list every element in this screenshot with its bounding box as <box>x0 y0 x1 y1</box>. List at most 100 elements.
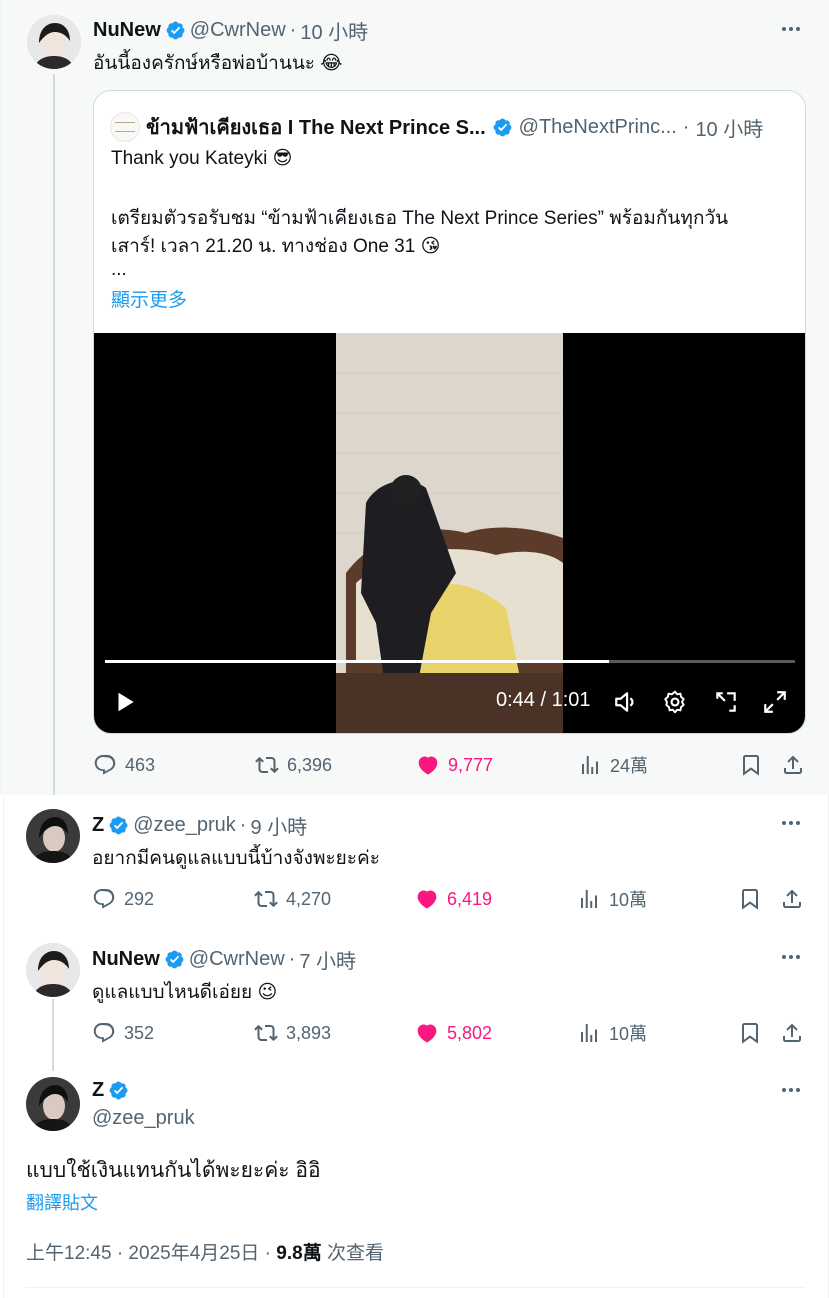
reply-button[interactable]: 352 <box>92 1018 154 1048</box>
tweet-actions: 292 4,270 6,419 10萬 <box>92 884 806 914</box>
repost-icon <box>254 1021 278 1045</box>
repost-count: 6,396 <box>287 754 333 775</box>
avatar-image <box>27 15 81 69</box>
views-chart-icon <box>577 887 601 911</box>
like-count: 5,802 <box>447 1022 493 1043</box>
thread-line <box>53 74 55 795</box>
tweet-nunew-reply[interactable]: NuNew @CwrNew · 7 小時 ดูแลแบบไหนดีเอ่ยย 😉… <box>0 929 829 1065</box>
separator-dot: · <box>289 19 297 41</box>
verified-badge-icon[interactable] <box>108 815 129 836</box>
heart-icon <box>415 1021 439 1045</box>
repost-button[interactable]: 4,270 <box>254 884 331 914</box>
show-more-link[interactable]: 顯示更多 <box>111 285 187 312</box>
views-button[interactable]: 24萬 <box>578 750 648 780</box>
user-handle[interactable]: @CwrNew <box>189 948 285 971</box>
handle-row: @zee_pruk <box>92 1107 195 1130</box>
wink-emoji: 😉 <box>257 981 278 1003</box>
volume-icon[interactable] <box>612 688 640 716</box>
repost-button[interactable]: 3,893 <box>254 1018 331 1048</box>
heart-icon <box>416 753 440 777</box>
tweet-zee-reply[interactable]: Z @zee_pruk · 9 小時 อยากมีคนดูแลแบบนี้บ้า… <box>0 795 829 929</box>
tweet-header: NuNew @CwrNew · 10 小時 <box>93 16 368 45</box>
tweet-text-content: ดูแลแบบไหนดีเอ่ยย <box>92 982 253 1003</box>
user-handle[interactable]: @zee_pruk <box>133 814 236 837</box>
more-options-icon[interactable] <box>779 17 803 41</box>
verified-badge-icon[interactable] <box>164 949 185 970</box>
views-button[interactable]: 10萬 <box>577 884 647 914</box>
repost-count: 4,270 <box>286 888 332 909</box>
repost-button[interactable]: 6,396 <box>255 750 332 780</box>
avatar[interactable] <box>26 1077 80 1131</box>
avatar[interactable] <box>27 15 81 69</box>
reply-count: 463 <box>125 754 156 775</box>
heart-icon <box>415 887 439 911</box>
views-chart-icon <box>577 1021 601 1045</box>
quoted-text-line2: เตรียมตัวรอรับชม “ข้ามฟ้าเคียงเธอ The Ne… <box>111 208 729 229</box>
share-button[interactable] <box>780 1018 804 1048</box>
tweet-actions: 463 6,396 9,777 24萬 <box>93 750 807 780</box>
tweet-nunew-quote[interactable]: NuNew @CwrNew · 10 小時 อันนี้องครักษ์หรือ… <box>0 0 829 795</box>
display-name[interactable]: Z <box>92 1079 104 1102</box>
like-count: 9,777 <box>448 754 494 775</box>
fullscreen-icon[interactable] <box>761 688 789 716</box>
quoted-text-line: Thank you Kateyki 😎 <box>111 147 292 170</box>
display-name[interactable]: NuNew <box>92 948 160 971</box>
quoted-tweet[interactable]: ข้ามฟ้าเคียงเธอ I The Next Prince S... @… <box>93 90 806 734</box>
quoted-time: 10 小時 <box>695 118 764 141</box>
more-options-icon[interactable] <box>779 945 803 969</box>
tweet-actions: 352 3,893 5,802 10萬 <box>92 1018 806 1048</box>
verified-badge-icon <box>492 117 513 138</box>
repost-icon <box>254 887 278 911</box>
tweet-timestamp[interactable]: 上午12:45 · 2025年4月25日 · <box>26 1243 271 1264</box>
verified-badge-icon[interactable] <box>165 20 186 41</box>
bookmark-button[interactable] <box>738 1018 762 1048</box>
separator-dot: · <box>682 115 690 138</box>
more-options-icon[interactable] <box>779 811 803 835</box>
like-button[interactable]: 5,802 <box>415 1018 492 1048</box>
translate-post-link[interactable]: 翻譯貼文 <box>26 1189 98 1215</box>
play-icon[interactable] <box>111 688 139 716</box>
picture-in-picture-icon[interactable] <box>712 688 740 716</box>
tweet-time[interactable]: 9 小時 <box>250 811 307 840</box>
tweet-text: อันนี้องครักษ์หรือพ่อบ้านนะ 😂 <box>93 48 343 78</box>
separator-dot: · <box>288 948 296 970</box>
reply-button[interactable]: 463 <box>93 750 155 780</box>
user-handle[interactable]: @CwrNew <box>190 19 286 42</box>
share-icon <box>780 1021 804 1045</box>
bookmark-button[interactable] <box>739 750 763 780</box>
tweet-time[interactable]: 7 小時 <box>299 945 356 974</box>
reply-count: 292 <box>124 888 155 909</box>
quoted-display-name: ข้ามฟ้าเคียงเธอ I The Next Prince S... <box>146 117 486 139</box>
views-count: 10萬 <box>609 1024 648 1044</box>
quoted-text-line3: เสาร์! เวลา 21.20 น. ทางช่อง One 31 <box>111 236 416 257</box>
like-button[interactable]: 6,419 <box>415 884 492 914</box>
display-name[interactable]: NuNew <box>93 19 161 42</box>
avatar[interactable] <box>26 809 80 863</box>
user-handle[interactable]: @zee_pruk <box>92 1107 195 1130</box>
share-button[interactable] <box>780 884 804 914</box>
verified-badge-icon[interactable] <box>108 1080 129 1101</box>
bookmark-button[interactable] <box>738 884 762 914</box>
avatar[interactable] <box>26 943 80 997</box>
display-name[interactable]: Z <box>92 814 104 837</box>
tweet-views-count: 9.8萬 <box>276 1243 322 1264</box>
video-player[interactable]: 0:44 / 1:01 <box>94 333 805 733</box>
tweet-header: Z <box>92 1079 129 1102</box>
quoted-user-handle: @TheNextPrinc... <box>518 115 677 138</box>
tweet-time[interactable]: 10 小時 <box>300 16 368 45</box>
share-button[interactable] <box>781 750 805 780</box>
share-icon <box>781 753 805 777</box>
bookmark-icon <box>738 887 762 911</box>
views-count: 10萬 <box>609 890 648 910</box>
repost-count: 3,893 <box>286 1022 332 1043</box>
views-chart-icon <box>578 753 602 777</box>
video-progress-bar[interactable] <box>105 660 795 663</box>
like-button[interactable]: 9,777 <box>416 750 493 780</box>
bookmark-icon <box>739 753 763 777</box>
settings-gear-icon[interactable] <box>661 688 689 716</box>
reply-button[interactable]: 292 <box>92 884 154 914</box>
more-options-icon[interactable] <box>779 1078 803 1102</box>
laughing-emoji: 😂 <box>320 52 343 74</box>
views-button[interactable]: 10萬 <box>577 1018 647 1048</box>
tweet-header: NuNew @CwrNew · 7 小時 <box>92 945 356 974</box>
